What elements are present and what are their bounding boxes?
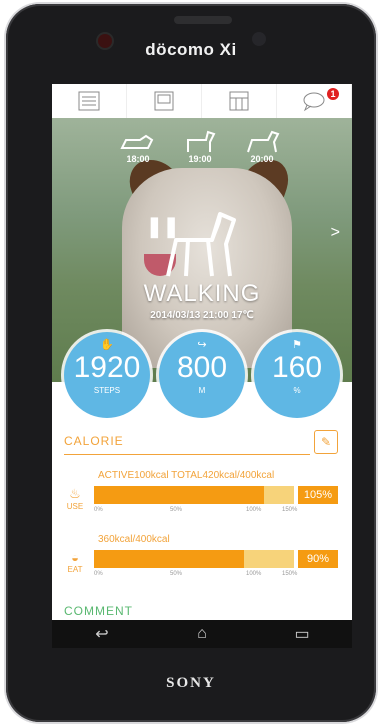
steps-value: 1920 <box>73 351 141 384</box>
tick-label: 0% <box>94 571 103 577</box>
eat-label: EAT <box>67 565 83 574</box>
goal-stat[interactable]: ⚑ 160 % <box>254 332 340 418</box>
paw-icon: ✋ <box>100 339 114 351</box>
comment-section-title: COMMENT <box>64 604 133 618</box>
back-icon: ↩ <box>95 626 109 643</box>
use-calorie-bar <box>94 486 294 504</box>
history-time: 18:00 <box>126 154 150 164</box>
history-item[interactable]: 20:00 <box>232 128 292 164</box>
tick-label: 100% <box>246 507 262 513</box>
goal-unit: % <box>293 386 301 395</box>
tick-label: 100% <box>246 571 262 577</box>
tick-label: 0% <box>94 507 103 513</box>
app-screen: 1 18:00 19:00 20:00 ❚❚ > WALKING 2014/03… <box>52 84 352 620</box>
goal-value: 160 <box>271 351 323 384</box>
eat-calorie-icon: ◒ EAT <box>64 550 86 574</box>
top-toolbar: 1 <box>52 84 352 118</box>
activity-timestamp: 2014/03/13 21:00 17℃ <box>150 310 254 321</box>
use-calorie-icon: ♨ USE <box>64 486 86 511</box>
flag-icon: ⚑ <box>292 339 302 351</box>
brand-logo: SONY <box>166 675 216 691</box>
walking-dog-icon <box>247 130 280 153</box>
speech-bubble-icon <box>303 92 325 112</box>
eat-calorie-bar <box>94 550 294 568</box>
calorie-section-title: CALORIE <box>64 434 124 448</box>
distance-value: 800 <box>176 351 228 384</box>
use-calorie-percent: 105% <box>298 486 338 504</box>
steps-stat[interactable]: ✋ 1920 STEPS <box>64 332 150 418</box>
home-icon: ⌂ <box>197 625 207 642</box>
carrier-logo: döcomo Xi <box>145 40 237 59</box>
eat-calorie-summary: 360kcal/400kcal <box>98 534 170 545</box>
tick-label: 150% <box>282 507 298 513</box>
use-calorie-bar-fill <box>94 486 264 504</box>
recent-apps-icon: ▭ <box>294 626 310 643</box>
distance-stat[interactable]: ↪ 800 M <box>159 332 245 418</box>
calendar-icon <box>229 91 249 111</box>
speaker-grille <box>174 16 232 24</box>
distance-unit: M <box>198 386 206 395</box>
edit-pencil-button[interactable]: ✎ <box>314 430 338 454</box>
notification-badge: 1 <box>327 88 339 100</box>
tick-label: 50% <box>170 571 183 577</box>
calendar-button[interactable] <box>202 84 277 118</box>
eat-calorie-percent: 90% <box>298 550 338 568</box>
home-button[interactable]: ⌂ <box>152 620 252 648</box>
history-item[interactable]: 19:00 <box>170 128 230 164</box>
eat-calorie-bar-fill <box>94 550 244 568</box>
messages-button[interactable]: 1 <box>277 84 352 118</box>
steps-unit: STEPS <box>93 386 121 395</box>
bowl-icon: ◒ <box>71 550 79 565</box>
history-time: 20:00 <box>250 154 274 164</box>
tick-label: 50% <box>170 507 183 513</box>
route-icon: ↪ <box>197 339 207 351</box>
lying-dog-icon <box>120 134 154 149</box>
next-arrow-icon[interactable]: > <box>331 224 340 242</box>
pencil-icon: ✎ <box>320 435 332 449</box>
flame-icon: ♨ <box>69 486 81 501</box>
diary-button[interactable] <box>127 84 202 118</box>
android-nav-bar: ↩ ⌂ ▭ <box>52 620 352 648</box>
use-calorie-summary: ACTIVE100kcal TOTAL420kcal/400kcal <box>98 470 275 481</box>
diary-icon <box>154 91 174 111</box>
list-view-button[interactable] <box>52 84 127 118</box>
history-item[interactable]: 18:00 <box>108 128 168 164</box>
recent-apps-button[interactable]: ▭ <box>252 620 352 648</box>
use-label: USE <box>66 502 84 511</box>
walking-dog-status-icon <box>166 212 236 277</box>
tick-label: 150% <box>282 571 298 577</box>
standing-dog-icon <box>187 130 216 152</box>
history-time: 19:00 <box>188 154 212 164</box>
activity-status: WALKING <box>143 280 261 307</box>
list-icon <box>78 91 100 111</box>
back-button[interactable]: ↩ <box>52 620 152 648</box>
section-divider <box>64 454 310 455</box>
